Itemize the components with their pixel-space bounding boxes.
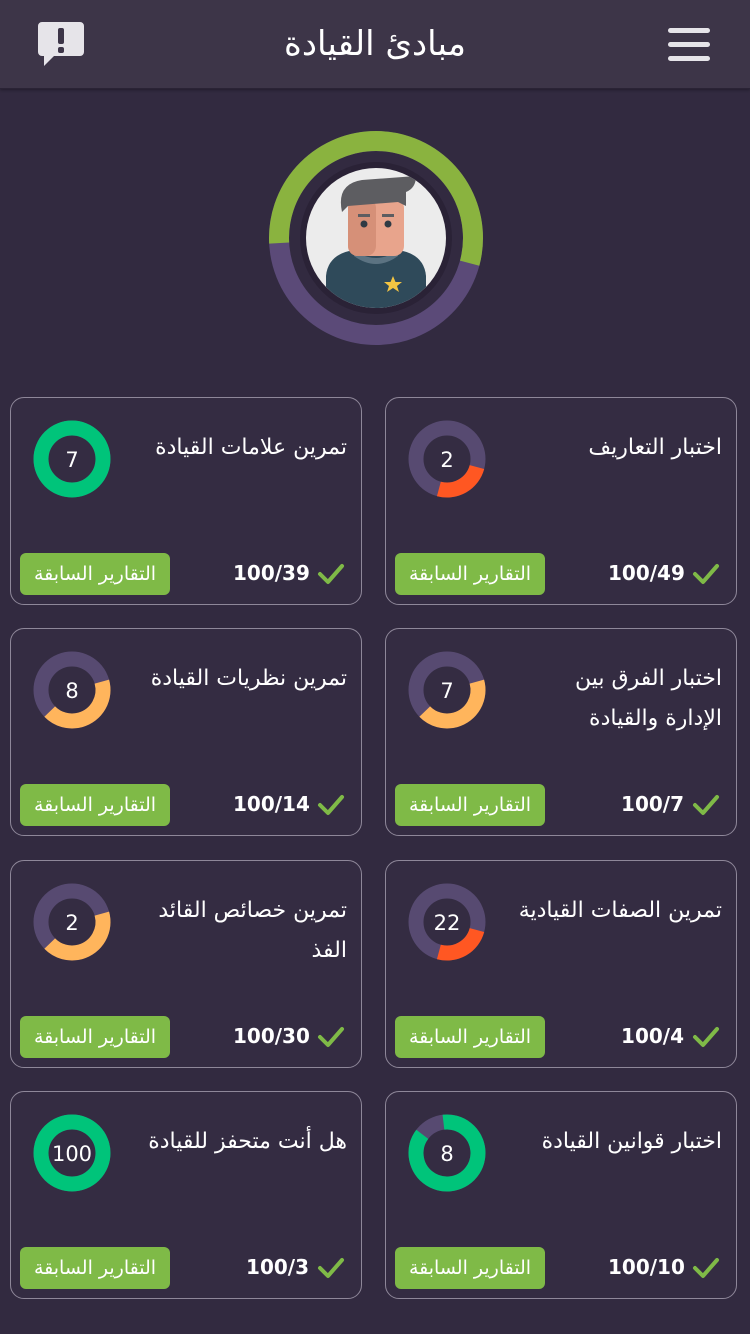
check-icon — [692, 1025, 720, 1049]
previous-reports-button[interactable]: التقارير السابقة — [20, 784, 170, 826]
previous-reports-button[interactable]: التقارير السابقة — [395, 1247, 545, 1289]
attempts-count: 22 — [434, 911, 461, 935]
quiz-card[interactable]: تمرين خصائص القائد الفذ 2 100/30 التقاري… — [10, 860, 362, 1068]
previous-reports-button[interactable]: التقارير السابقة — [395, 784, 545, 826]
quiz-title: اختبار الفرق بين الإدارة والقيادة — [575, 666, 722, 731]
attempts-ring: 22 — [406, 881, 488, 963]
score-label: 100/39 — [233, 561, 310, 585]
check-icon — [317, 793, 345, 817]
attempts-count: 2 — [65, 911, 78, 935]
quiz-card[interactable]: اختبار قوانين القيادة 8 100/10 التقارير … — [385, 1091, 737, 1299]
score-label: 100/3 — [246, 1255, 309, 1279]
attempts-count: 8 — [65, 679, 78, 703]
check-icon — [317, 562, 345, 586]
attempts-count: 2 — [440, 448, 453, 472]
attempts-count: 7 — [440, 679, 453, 703]
attempts-count: 8 — [440, 1142, 453, 1166]
quiz-title: تمرين خصائص القائد الفذ — [158, 898, 347, 963]
score-label: 100/49 — [608, 561, 685, 585]
check-icon — [692, 1256, 720, 1280]
score-label: 100/4 — [621, 1024, 684, 1048]
score-label: 100/10 — [608, 1255, 685, 1279]
quiz-title: هل أنت متحفز للقيادة — [148, 1129, 347, 1154]
attempts-count: 100 — [52, 1142, 92, 1166]
attempts-count: 7 — [65, 448, 78, 472]
quiz-title: تمرين علامات القيادة — [155, 435, 347, 460]
attempts-ring: 8 — [31, 649, 113, 731]
menu-line — [668, 28, 710, 33]
previous-reports-button[interactable]: التقارير السابقة — [395, 553, 545, 595]
quiz-card[interactable]: اختبار التعاريف 2 100/49 التقارير السابق… — [385, 397, 737, 605]
check-icon — [692, 793, 720, 817]
quiz-card[interactable]: تمرين علامات القيادة 7 100/39 التقارير ا… — [10, 397, 362, 605]
score-label: 100/7 — [621, 792, 684, 816]
quiz-card[interactable]: تمرين نظريات القيادة 8 100/14 التقارير ا… — [10, 628, 362, 836]
quiz-card[interactable]: اختبار الفرق بين الإدارة والقيادة 7 100/… — [385, 628, 737, 836]
quiz-title: اختبار قوانين القيادة — [541, 1129, 722, 1154]
check-icon — [317, 1256, 345, 1280]
attempts-ring: 100 — [31, 1112, 113, 1194]
page-title: مبادئ القيادة — [284, 24, 466, 64]
menu-line — [668, 56, 710, 61]
previous-reports-button[interactable]: التقارير السابقة — [20, 1247, 170, 1289]
top-bar: مبادئ القيادة — [0, 0, 750, 89]
quiz-title: تمرين الصفات القيادية — [518, 898, 722, 923]
attempts-ring: 2 — [406, 418, 488, 500]
profile-avatar[interactable] — [266, 128, 486, 348]
score-label: 100/14 — [233, 792, 310, 816]
menu-line — [668, 42, 710, 47]
check-icon — [692, 562, 720, 586]
quiz-card[interactable]: هل أنت متحفز للقيادة 100 100/3 التقارير … — [10, 1091, 362, 1299]
attempts-ring: 7 — [406, 649, 488, 731]
previous-reports-button[interactable]: التقارير السابقة — [20, 1016, 170, 1058]
hamburger-menu-icon[interactable] — [664, 24, 714, 64]
check-icon — [317, 1025, 345, 1049]
quiz-title: اختبار التعاريف — [588, 435, 722, 460]
attempts-ring: 8 — [406, 1112, 488, 1194]
score-label: 100/30 — [233, 1024, 310, 1048]
attempts-ring: 2 — [31, 881, 113, 963]
avatar-ring — [269, 131, 483, 345]
attempts-ring: 7 — [31, 418, 113, 500]
previous-reports-button[interactable]: التقارير السابقة — [395, 1016, 545, 1058]
previous-reports-button[interactable]: التقارير السابقة — [20, 553, 170, 595]
quiz-card[interactable]: تمرين الصفات القيادية 22 100/4 التقارير … — [385, 860, 737, 1068]
quiz-title: تمرين نظريات القيادة — [150, 666, 347, 691]
